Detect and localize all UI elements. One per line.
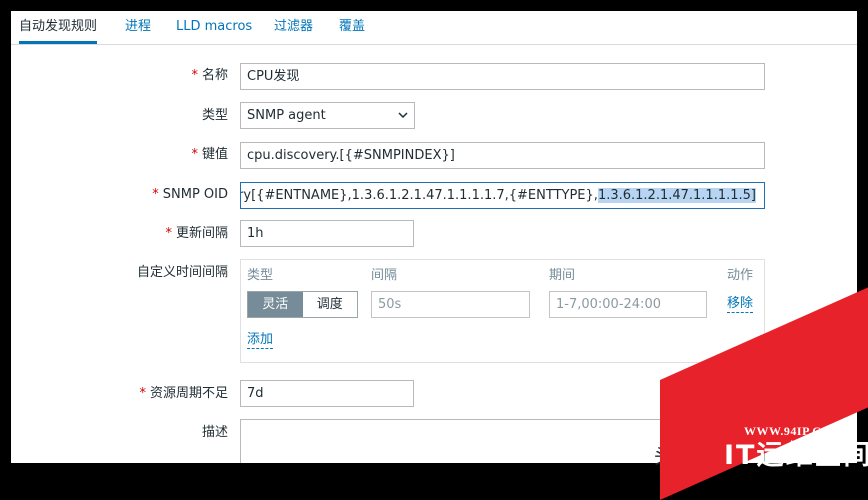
required-mark: *	[152, 187, 159, 202]
watermark-url: WWW.94IP.COM	[744, 424, 844, 438]
col-type-header: 类型	[247, 268, 274, 283]
snmp-oid-text: covery[{#ENTNAME},1.3.6.1.2.1.47.1.1.1.1…	[240, 183, 756, 208]
required-mark: *	[139, 386, 146, 401]
interval-type-toggle: 灵活 调度	[247, 291, 358, 318]
snmp-oid-input[interactable]: covery[{#ENTNAME},1.3.6.1.2.1.47.1.1.1.1…	[240, 182, 765, 209]
type-label: 类型	[201, 108, 228, 123]
custom-intervals-table: 类型 间隔 期间 动作 灵活 调度 50s 1-7,00:00-24:00 移除…	[240, 259, 765, 363]
col-action-header: 动作	[727, 268, 754, 283]
custom-period-input[interactable]: 1-7,00:00-24:00	[549, 291, 707, 318]
required-mark: *	[191, 147, 198, 162]
flexible-option[interactable]: 灵活	[248, 292, 303, 317]
required-mark: *	[191, 68, 198, 83]
name-label-text: 名称	[201, 68, 228, 83]
col-interval-header: 间隔	[371, 268, 398, 283]
update-interval-label: * 更新间隔	[165, 225, 228, 243]
col-period-header: 期间	[549, 268, 576, 283]
snmp-oid-label-text: SNMP OID	[162, 187, 228, 202]
tab-processing[interactable]: 进程	[125, 18, 151, 44]
tab-overrides[interactable]: 覆盖	[339, 18, 365, 44]
name-input[interactable]: CPU发现	[240, 63, 765, 90]
snmp-oid-label: * SNMP OID	[152, 186, 228, 204]
description-label: 描述	[201, 425, 228, 440]
type-select-value: SNMP agent	[247, 108, 326, 123]
custom-intervals-label: 自定义时间间隔	[136, 265, 228, 280]
key-input[interactable]: cpu.discovery.[{#SNMPINDEX}]	[240, 142, 765, 169]
lifetime-input[interactable]: 7d	[240, 380, 414, 407]
update-interval-input[interactable]: 1h	[240, 220, 414, 247]
type-select[interactable]: SNMP agent	[240, 102, 415, 129]
tab-discovery-rule[interactable]: 自动发现规则	[19, 18, 98, 44]
snmp-oid-text-unselected: covery[{#ENTNAME},1.3.6.1.2.1.47.1.1.1.1…	[240, 188, 598, 203]
tab-bar: 自动发现规则 进程 LLD macros 过滤器 覆盖	[11, 11, 857, 45]
scheduling-option[interactable]: 调度	[303, 292, 358, 317]
snmp-oid-text-selected: 1.3.6.1.2.1.47.1.1.1.1.5]	[597, 188, 756, 203]
key-label: * 键值	[191, 146, 228, 164]
custom-interval-input[interactable]: 50s	[371, 291, 530, 318]
key-label-text: 键值	[201, 147, 228, 162]
lifetime-label: * 资源周期不足	[139, 385, 228, 403]
lifetime-label-text: 资源周期不足	[149, 386, 228, 401]
tab-filters[interactable]: 过滤器	[274, 18, 313, 44]
required-mark: *	[165, 226, 172, 241]
tab-lld-macros[interactable]: LLD macros	[176, 18, 252, 44]
chevron-down-icon	[398, 112, 408, 119]
update-interval-label-text: 更新间隔	[175, 226, 228, 241]
remove-link[interactable]: 移除	[727, 295, 754, 313]
watermark-brand: IT运维空间	[724, 440, 868, 471]
name-label: * 名称	[191, 67, 228, 85]
add-link[interactable]: 添加	[247, 331, 274, 349]
